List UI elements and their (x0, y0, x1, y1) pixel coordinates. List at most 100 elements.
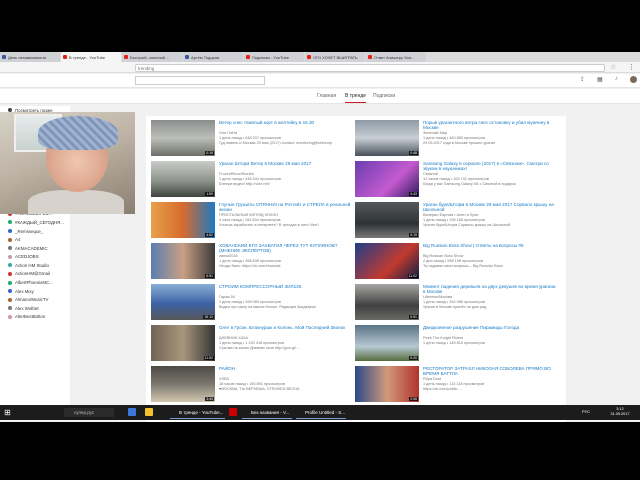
video-thumbnail[interactable]: 11:52 (151, 325, 215, 361)
video-title[interactable]: Олег в Грозн. Блокнуршк и Колонь. Мой По… (219, 325, 353, 330)
video-channel[interactable]: Peek The Knight Riders (423, 336, 557, 341)
browser-tab[interactable]: Артём Тодоров (183, 52, 243, 62)
video-title[interactable]: Ветер снес тяжелый корт в желтейку в 16.… (219, 120, 353, 125)
video-thumbnail[interactable]: 4:52 (151, 202, 215, 238)
browser-tab[interactable]: Ответ Алишеру Усм... (366, 52, 426, 62)
video-title[interactable]: Samsung Galaxy в сериале (2017) в «Связн… (423, 161, 557, 172)
video-title[interactable]: Big Russian Boss Show | Ответы на вопрос… (423, 243, 557, 248)
taskbar-app-editor[interactable]: Без названия - V... (242, 406, 292, 419)
video-item[interactable]: 3:44 РАЙОН ХЛЕБ 18 часов назад • 193 891 пр… (151, 366, 356, 404)
video-item[interactable]: 0:48 Порыв урагантного ветра снес останов… (355, 120, 560, 158)
video-item[interactable]: 2:06 РЕСТОРАТОР ЗАТРАХЛ НИКОЛАЯ СОБОЛЕВА … (355, 366, 560, 404)
video-thumbnail[interactable]: 18:12 (151, 284, 215, 320)
video-channel[interactable]: Big Russian Boss Show (423, 254, 557, 259)
video-thumbnail[interactable]: 0:20 (355, 325, 419, 361)
bookmark-star-icon[interactable]: ☆ (610, 63, 616, 71)
video-title[interactable]: СТРОИМ КОМПРЕССОРНЫЙ ЗИЛ130. (219, 284, 353, 289)
sidebar-subscription[interactable]: _Remsseque_ (0, 227, 70, 236)
video-item[interactable]: 4:52 Глупые Грушиты СПЯННИ! на Рочтейт и … (151, 202, 356, 240)
video-title[interactable]: Порыв урагантного ветра снес остановку и… (423, 120, 557, 131)
video-item[interactable]: 6:51 ХОВАНСКИЙ ЕГО ЗАХВАТИЛ ЧЕРЕЗ ТУТ КУП… (151, 243, 356, 281)
video-thumbnail[interactable]: 11:02 (355, 243, 419, 279)
language-indicator[interactable]: РУС (582, 409, 590, 414)
video-channel[interactable]: Lifenews/Москва (423, 295, 557, 300)
video-title[interactable]: Момент падения деревьев на двух девушек … (423, 284, 557, 295)
sidebar-subscription[interactable]: #КАЖДЫЙ_СЕГОДНЯ... (0, 218, 70, 227)
channel-avatar-icon (8, 229, 12, 234)
video-title[interactable]: Ураган Шторм Ветер в Москве 29 мая 2017 (219, 161, 353, 166)
video-channel[interactable]: Связной (423, 172, 557, 177)
sidebar-subscription[interactable]: AlbertPhoenixMC... (0, 278, 70, 287)
apps-icon[interactable]: ▦ (597, 76, 603, 83)
video-title[interactable]: РЕСТОРАТОР ЗАТРАХЛ НИКОЛАЯ СОБОЛЕВА ПРЯМ… (423, 366, 557, 377)
video-channel[interactable]: Rhpa Dust (423, 377, 557, 382)
video-meta: 1 день назад • 446 544 просмотров (219, 177, 281, 181)
task-view-icon[interactable] (128, 408, 136, 416)
taskbar-search[interactable]: супер.рус (64, 408, 114, 417)
browser-tab[interactable]: Быстрый, опасный ... (122, 52, 182, 62)
taskbar-app-profile[interactable]: Profile Untitled - S... (296, 406, 346, 419)
video-item[interactable]: 18:12 СТРОИМ КОМПРЕССОРНЫЙ ЗИЛ130. Гараж 5… (151, 284, 356, 322)
video-channel[interactable]: Гараж 54 (219, 295, 353, 300)
video-title[interactable]: Джидкоянное разрушение Пирамиды Голода (423, 325, 557, 330)
sidebar-subscription[interactable]: Alex Wolfart (0, 304, 70, 313)
video-description: ♥МОСКВА, ТЫ ВЕРНЕШЬ, STROKED ВЕСНА (219, 387, 300, 391)
video-title[interactable]: ХОВАНСКИЙ ЕГО ЗАХВАТИЛ ЧЕРЕЗ ТУТ КУПЛИНО… (219, 243, 353, 254)
browser-tab[interactable]: Подписки - YouTube (244, 52, 304, 62)
browser-tab[interactable]: ЧТО ХОЧЕТ ВЫИГРАТЬ (305, 52, 365, 62)
video-item[interactable]: 0:43 Samsung Galaxy в сериале (2017) в «С… (355, 161, 560, 199)
video-thumbnail[interactable]: 6:51 (151, 243, 215, 279)
search-input[interactable] (135, 76, 265, 85)
subscription-label: _Remsseque_ (15, 228, 44, 234)
video-channel[interactable]: ДНЕВНИК ХАЧА (219, 336, 353, 341)
tab-trending[interactable]: В тренде (345, 93, 367, 103)
taskbar-app-chrome[interactable]: В тренде - YouTube... (170, 406, 225, 419)
upload-icon[interactable]: ⇪ (580, 76, 585, 83)
sidebar-subscription[interactable]: Alex Mixy (0, 287, 70, 296)
opera-icon[interactable] (229, 408, 237, 416)
system-clock[interactable]: 3:12 31.05.2017 (600, 407, 640, 416)
video-thumbnail[interactable]: 0:43 (355, 161, 419, 197)
video-item[interactable]: 0:19 Ураган буря/Шторм в Москве 29 мая 20… (355, 202, 560, 240)
video-channel[interactable]: Оле Гойтя (219, 131, 353, 136)
sidebar-subscription[interactable]: ACEDJOBS (0, 253, 70, 262)
sidebar-subscription[interactable]: Action HM Studio (0, 261, 70, 270)
tab-home[interactable]: Главная (317, 93, 336, 99)
video-channel[interactable]: zanoz2016 (219, 254, 353, 259)
video-item[interactable]: 11:52 Олег в Грозн. Блокнуршк и Колонь. М… (151, 325, 356, 363)
video-thumbnail[interactable]: 0:48 (355, 120, 419, 156)
video-title[interactable]: РАЙОН (219, 366, 353, 371)
video-thumbnail[interactable]: 3:44 (151, 366, 215, 402)
browser-tab[interactable]: В тренде - YouTube (61, 52, 121, 62)
tab-subscriptions[interactable]: Подписки (373, 93, 395, 99)
notifications-icon[interactable]: ♪ (615, 76, 618, 83)
video-item[interactable]: 0:19 Ветер снес тяжелый корт в желтейку в… (151, 120, 356, 158)
video-thumbnail[interactable]: 0:19 (355, 202, 419, 238)
url-field[interactable]: trending (135, 64, 605, 72)
browser-tab[interactable]: День независимости (0, 52, 60, 62)
sidebar-subscription[interactable]: AlterBestBolton (0, 313, 70, 322)
video-channel[interactable]: Валерио Фарнэм • Ален в Лупи (423, 213, 557, 218)
video-title[interactable]: Глупые Грушиты СПЯННИ! на Рочтейт и СТРЕ… (219, 202, 353, 213)
video-thumbnail[interactable]: 0:19 (151, 120, 215, 156)
sidebar-subscription[interactable]: A4 (0, 235, 70, 244)
video-channel[interactable]: FrozenReconStories (219, 172, 353, 177)
video-channel[interactable]: ПРИСТАЛЬНЫЙ ВЗГЛЯД КОЛОН (219, 213, 353, 218)
video-thumbnail[interactable]: 0:51 (355, 284, 419, 320)
video-title[interactable]: Ураган буря/Шторм в Москве 29 мая 2017 С… (423, 202, 557, 213)
video-item[interactable]: 1:59 Ураган Шторм Ветер в Москве 29 мая 2… (151, 161, 356, 199)
video-thumbnail[interactable]: 2:06 (355, 366, 419, 402)
sidebar-subscription[interactable]: AKMACADEMIC (0, 244, 70, 253)
avatar[interactable] (629, 76, 637, 83)
browser-menu-icon[interactable]: ⋮ (628, 63, 635, 71)
video-channel[interactable]: ХЛЕБ (219, 377, 353, 382)
windows-start-icon[interactable]: ⊞ (4, 408, 11, 417)
video-item[interactable]: 0:20 Джидкоянное разрушение Пирамиды Голо… (355, 325, 560, 363)
video-channel[interactable]: Зеленый Мир (423, 131, 557, 136)
sidebar-subscription[interactable]: ActionHM@Gmail (0, 270, 70, 279)
sidebar-subscription[interactable]: AlmanorMusicTV (0, 295, 70, 304)
video-item[interactable]: 0:51 Момент падения деревьев на двух деву… (355, 284, 560, 322)
video-thumbnail[interactable]: 1:59 (151, 161, 215, 197)
video-item[interactable]: 11:02 Big Russian Boss Show | Ответы на в… (355, 243, 560, 281)
file-explorer-icon[interactable] (145, 408, 153, 416)
